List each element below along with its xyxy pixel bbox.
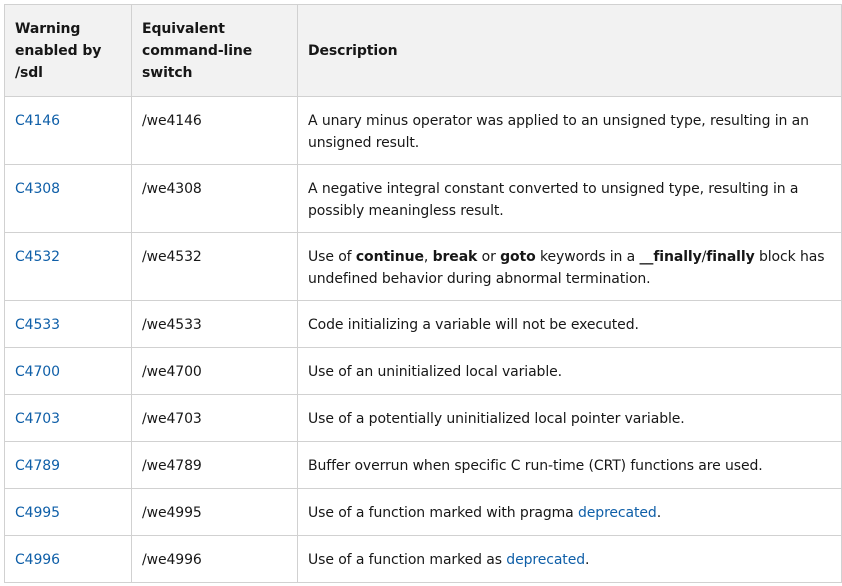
switch-cell: /we4146: [131, 96, 298, 165]
warning-link-c4532[interactable]: C4532: [15, 249, 60, 265]
table-row: C4308 /we4308 A negative integral consta…: [4, 164, 842, 233]
switch-cell: /we4532: [131, 232, 298, 301]
desc-text: Use of a function marked with pragma: [308, 505, 578, 521]
deprecated-link[interactable]: deprecated: [506, 552, 585, 568]
warning-link-c4789[interactable]: C4789: [15, 458, 60, 474]
description-cell: Use of a function marked as deprecated.: [297, 535, 842, 583]
warning-link-c4703[interactable]: C4703: [15, 411, 60, 427]
description-cell: Buffer overrun when specific C run-time …: [297, 441, 842, 489]
desc-text: Use of: [308, 249, 356, 265]
sdl-warnings-table: Warning enabled by /sdl Equivalent comma…: [4, 4, 842, 583]
table-row: C4995 /we4995 Use of a function marked w…: [4, 488, 842, 536]
desc-text: Use of a function marked as: [308, 552, 507, 568]
description-cell: Use of an uninitialized local variable.: [297, 347, 842, 395]
warning-link-c4533[interactable]: C4533: [15, 317, 60, 333]
switch-cell: /we4700: [131, 347, 298, 395]
table-row: C4532 /we4532 Use of continue, break or …: [4, 232, 842, 301]
switch-cell: /we4995: [131, 488, 298, 536]
switch-cell: /we4789: [131, 441, 298, 489]
header-description: Description: [297, 4, 842, 97]
header-warning: Warning enabled by /sdl: [4, 4, 132, 97]
description-cell: Code initializing a variable will not be…: [297, 300, 842, 348]
desc-text: .: [656, 505, 662, 521]
warning-link-c4146[interactable]: C4146: [15, 113, 60, 129]
desc-text: ,: [423, 249, 433, 265]
table-row: C4789 /we4789 Buffer overrun when specif…: [4, 441, 842, 489]
keyword-finally: finally: [706, 249, 755, 265]
description-cell: Use of a function marked with pragma dep…: [297, 488, 842, 536]
description-cell: A unary minus operator was applied to an…: [297, 96, 842, 165]
header-row: Warning enabled by /sdl Equivalent comma…: [4, 4, 842, 97]
switch-cell: /we4996: [131, 535, 298, 583]
desc-text: .: [585, 552, 590, 568]
warning-link-c4996[interactable]: C4996: [15, 552, 60, 568]
table-row: C4700 /we4700 Use of an uninitialized lo…: [4, 347, 842, 395]
keyword-goto: goto: [500, 249, 536, 265]
table-row: C4533 /we4533 Code initializing a variab…: [4, 300, 842, 348]
keyword-continue: continue: [355, 249, 424, 265]
description-cell: A negative integral constant converted t…: [297, 164, 842, 233]
warning-link-c4308[interactable]: C4308: [15, 181, 60, 197]
warning-link-c4700[interactable]: C4700: [15, 364, 60, 380]
deprecated-link[interactable]: deprecated: [578, 505, 657, 521]
description-cell: Use of continue, break or goto keywords …: [297, 232, 842, 301]
switch-cell: /we4533: [131, 300, 298, 348]
header-switch: Equivalent command-line switch: [131, 4, 298, 97]
description-cell: Use of a potentially uninitialized local…: [297, 394, 842, 442]
table-row: C4146 /we4146 A unary minus operator was…: [4, 96, 842, 165]
warning-link-c4995[interactable]: C4995: [15, 505, 60, 521]
table-row: C4703 /we4703 Use of a potentially unini…: [4, 394, 842, 442]
keyword-break: break: [432, 249, 478, 265]
desc-text: keywords in a: [535, 249, 640, 265]
desc-text: or: [477, 249, 501, 265]
table-row: C4996 /we4996 Use of a function marked a…: [4, 535, 842, 583]
switch-cell: /we4308: [131, 164, 298, 233]
switch-cell: /we4703: [131, 394, 298, 442]
keyword-underscore-finally: __finally: [639, 249, 702, 265]
